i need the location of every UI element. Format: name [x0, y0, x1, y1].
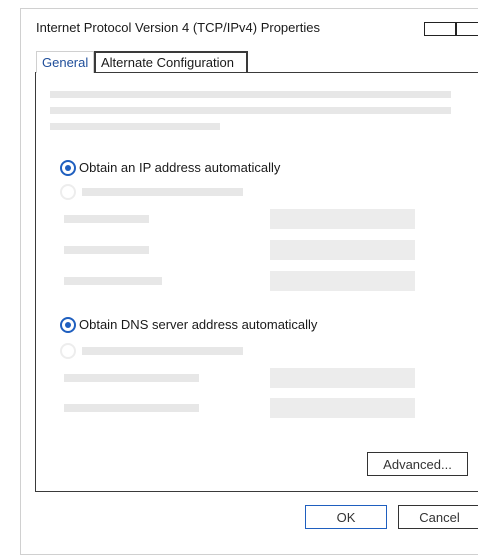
ip-address-field[interactable] — [270, 209, 415, 229]
close-button[interactable] — [456, 22, 478, 36]
alternate-dns-label-placeholder — [64, 404, 199, 412]
obtain-dns-auto-radio[interactable] — [60, 317, 76, 333]
tab-alternate-configuration[interactable]: Alternate Configuration — [94, 51, 248, 73]
cancel-button[interactable]: Cancel — [398, 505, 478, 529]
obtain-dns-auto-label: Obtain DNS server address automatically — [79, 317, 318, 332]
obtain-ip-auto-label: Obtain an IP address automatically — [79, 160, 281, 175]
use-dns-manual-radio[interactable] — [60, 343, 76, 359]
use-dns-manual-label-placeholder — [82, 347, 243, 355]
alternate-dns-field[interactable] — [270, 398, 415, 418]
minimize-button[interactable] — [424, 22, 456, 36]
preferred-dns-field[interactable] — [270, 368, 415, 388]
ip-address-label-placeholder — [64, 215, 149, 223]
obtain-ip-auto-radio[interactable] — [60, 160, 76, 176]
tab-general[interactable]: General — [36, 51, 94, 73]
subnet-mask-label-placeholder — [64, 246, 149, 254]
description-line — [50, 107, 451, 114]
use-ip-manual-radio[interactable] — [60, 184, 76, 200]
ok-button[interactable]: OK — [305, 505, 387, 529]
description-line — [50, 91, 451, 98]
use-ip-manual-label-placeholder — [82, 188, 243, 196]
advanced-button[interactable]: Advanced... — [367, 452, 468, 476]
subnet-mask-field[interactable] — [270, 240, 415, 260]
description-line — [50, 123, 220, 130]
default-gateway-label-placeholder — [64, 277, 162, 285]
window-title: Internet Protocol Version 4 (TCP/IPv4) P… — [36, 20, 320, 35]
preferred-dns-label-placeholder — [64, 374, 199, 382]
default-gateway-field[interactable] — [270, 271, 415, 291]
